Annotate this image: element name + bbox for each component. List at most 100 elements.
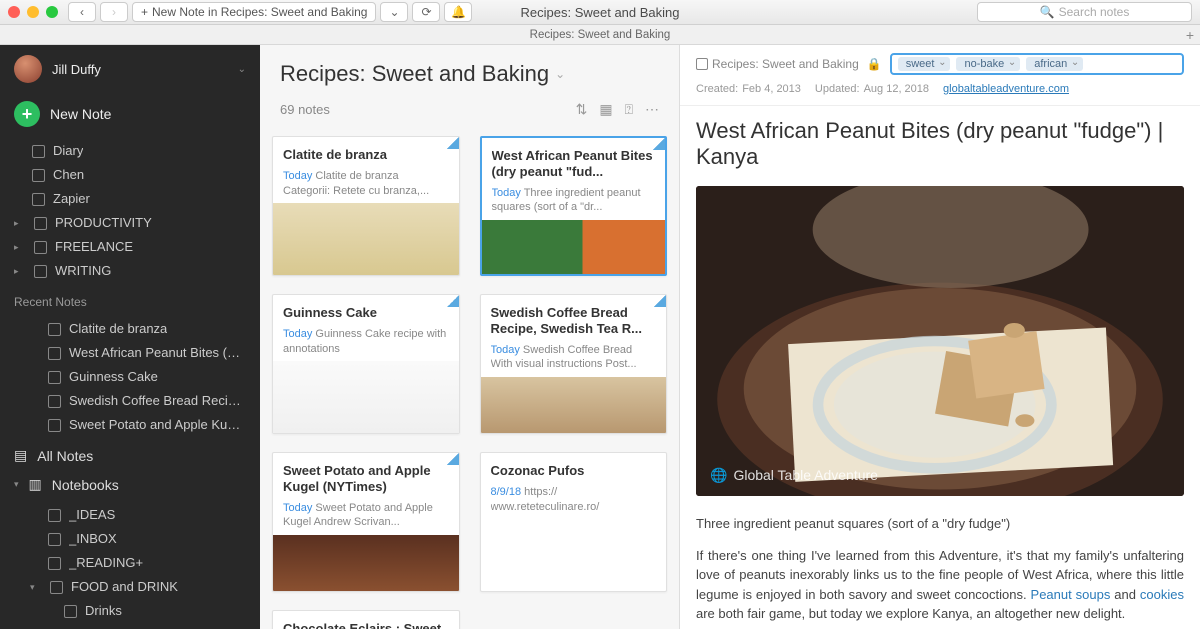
card-title: Clatite de branza bbox=[283, 147, 449, 163]
note-card[interactable]: Chocolate Eclairs : Sweet Dreams : Food bbox=[272, 610, 460, 629]
note-metadata: Created: Feb 4, 2013 Updated: Aug 12, 20… bbox=[680, 79, 1200, 106]
shortcut-zapier[interactable]: Zapier bbox=[0, 187, 260, 211]
window-title: Recipes: Sweet and Baking bbox=[521, 5, 680, 20]
recent-note-item[interactable]: West African Peanut Bites (dry peanut ".… bbox=[0, 341, 260, 365]
corner-badge bbox=[654, 295, 666, 307]
recent-note-item[interactable]: Swedish Coffee Bread Recipe, Swedish... bbox=[0, 389, 260, 413]
watermark: 🌐 Global Table Adventure bbox=[710, 465, 878, 486]
all-notes-button[interactable]: ▤ All Notes bbox=[0, 441, 260, 470]
user-name: Jill Duffy bbox=[52, 62, 101, 77]
recent-note-item[interactable]: Guinness Cake bbox=[0, 365, 260, 389]
new-note-dropdown[interactable]: ⌄ bbox=[380, 2, 408, 22]
new-note-button[interactable]: + New Note in Recipes: Sweet and Baking bbox=[132, 2, 376, 22]
chevron-down-icon: ⌄ bbox=[238, 64, 246, 75]
shortcut-productivity[interactable]: ▸PRODUCTIVITY bbox=[0, 211, 260, 235]
new-note-label: New Note bbox=[50, 106, 111, 122]
note-body[interactable]: 🌐 Global Table Adventure Three ingredien… bbox=[680, 178, 1200, 629]
note-title[interactable]: West African Peanut Bites (dry peanut "f… bbox=[680, 106, 1200, 178]
recent-note-item[interactable]: Clatite de branza bbox=[0, 317, 260, 341]
shortcut-writing[interactable]: ▸WRITING bbox=[0, 259, 260, 283]
card-thumbnail bbox=[273, 203, 459, 275]
lock-icon[interactable]: 🔒 bbox=[867, 57, 882, 71]
search-placeholder: Search notes bbox=[1059, 5, 1130, 19]
note-card[interactable]: Cozonac Pufos 8/9/18 https:// www.retetec… bbox=[480, 452, 668, 592]
chevron-down-icon: ▾ bbox=[30, 578, 40, 596]
source-link[interactable]: globaltableadventure.com bbox=[943, 83, 1069, 95]
link[interactable]: Peanut soups bbox=[1031, 587, 1111, 602]
recent-note-item[interactable]: Sweet Potato and Apple Kugel (NYTimes) bbox=[0, 413, 260, 437]
shortcut-diary[interactable]: Diary bbox=[0, 139, 260, 163]
notebook-ideas[interactable]: _IDEAS bbox=[0, 503, 260, 527]
tab-label[interactable]: Recipes: Sweet and Baking bbox=[530, 29, 671, 41]
minimize-window-button[interactable] bbox=[27, 6, 39, 18]
note-list-header: Recipes: Sweet and Baking ⌄ bbox=[260, 45, 679, 95]
forward-button[interactable]: › bbox=[100, 2, 128, 22]
note-card[interactable]: Clatite de branza Today Clatite de branza… bbox=[272, 136, 460, 276]
shortcut-freelance[interactable]: ▸FREELANCE bbox=[0, 235, 260, 259]
tags-field[interactable]: sweet no-bake african bbox=[890, 53, 1184, 75]
card-snippet: Today Swedish Coffee Bread With visual i… bbox=[491, 343, 657, 371]
note-paragraph: If there's one thing I've learned from t… bbox=[696, 546, 1184, 624]
tag[interactable]: no-bake bbox=[956, 57, 1020, 71]
avatar bbox=[14, 55, 42, 83]
link[interactable]: cookies bbox=[1140, 587, 1184, 602]
note-card[interactable]: Swedish Coffee Bread Recipe, Swedish Tea… bbox=[480, 294, 668, 434]
notes-icon: ▤ bbox=[14, 447, 27, 464]
card-snippet: Today Sweet Potato and Apple Kugel Andre… bbox=[283, 501, 449, 529]
new-tab-button[interactable]: + bbox=[1186, 27, 1194, 43]
card-snippet: 8/9/18 https:// www.reteteculinare.ro/ c… bbox=[491, 485, 657, 513]
notebook-icon bbox=[34, 241, 47, 254]
search-input[interactable]: 🔍 Search notes bbox=[977, 2, 1192, 22]
shortcut-list: Diary Chen Zapier ▸PRODUCTIVITY ▸FREELAN… bbox=[0, 135, 260, 287]
view-button[interactable]: ▦ bbox=[599, 101, 612, 118]
card-title: Cozonac Pufos bbox=[491, 463, 657, 479]
back-button[interactable]: ‹ bbox=[68, 2, 96, 22]
note-icon bbox=[32, 169, 45, 182]
account-menu[interactable]: Jill Duffy ⌄ bbox=[0, 45, 260, 93]
plus-icon: + bbox=[141, 5, 148, 19]
tag[interactable]: african bbox=[1026, 57, 1083, 71]
sort-button[interactable]: ⇅ bbox=[576, 101, 588, 118]
card-snippet: Today Guinness Cake recipe with annotati… bbox=[283, 327, 449, 355]
share-button[interactable]: ⍰ bbox=[625, 101, 633, 118]
corner-badge bbox=[447, 453, 459, 465]
note-icon bbox=[48, 395, 61, 408]
card-thumbnail bbox=[273, 361, 459, 433]
new-note-sidebar-button[interactable]: + New Note bbox=[0, 93, 260, 135]
notebook-icon bbox=[34, 265, 47, 278]
corner-badge bbox=[447, 137, 459, 149]
maximize-window-button[interactable] bbox=[46, 6, 58, 18]
note-card[interactable]: Sweet Potato and Apple Kugel (NYTimes)To… bbox=[272, 452, 460, 592]
corner-badge bbox=[447, 295, 459, 307]
card-thumbnail bbox=[481, 377, 667, 433]
chevron-right-icon: ▸ bbox=[14, 214, 24, 232]
close-window-button[interactable] bbox=[8, 6, 20, 18]
notebook-breadcrumb[interactable]: Recipes: Sweet and Baking bbox=[696, 57, 859, 71]
card-snippet: Today Clatite de branza Categorii: Retet… bbox=[283, 169, 449, 197]
note-detail-panel: Recipes: Sweet and Baking 🔒 sweet no-bak… bbox=[680, 45, 1200, 629]
shortcut-chen[interactable]: Chen bbox=[0, 163, 260, 187]
tag[interactable]: sweet bbox=[898, 57, 951, 71]
window-controls bbox=[8, 6, 58, 18]
sync-button[interactable]: ⟳ bbox=[412, 2, 440, 22]
note-count: 69 notes bbox=[280, 102, 330, 117]
notebook-icon bbox=[34, 217, 47, 230]
card-title: Guinness Cake bbox=[283, 305, 449, 321]
notifications-button[interactable]: 🔔 bbox=[444, 2, 472, 22]
notebook-icon bbox=[48, 509, 61, 522]
notebook-drinks[interactable]: Drinks bbox=[0, 599, 260, 623]
note-icon bbox=[48, 419, 61, 432]
notebook-cocktails[interactable]: Recipes: Cocktails bbox=[0, 623, 260, 629]
chevron-down-icon: ⌄ bbox=[555, 67, 565, 81]
card-title: Chocolate Eclairs : Sweet Dreams : Food bbox=[283, 621, 449, 629]
note-card[interactable]: Guinness Cake Today Guinness Cake recipe … bbox=[272, 294, 460, 434]
notebook-reading[interactable]: _READING+ bbox=[0, 551, 260, 575]
notebook-food[interactable]: ▾FOOD and DRINK bbox=[0, 575, 260, 599]
note-card[interactable]: West African Peanut Bites (dry peanut "f… bbox=[480, 136, 668, 276]
notebooks-button[interactable]: ▾ ▥ Notebooks bbox=[0, 470, 260, 499]
note-icon bbox=[48, 323, 61, 336]
more-button[interactable]: ⋯ bbox=[645, 101, 659, 118]
card-title: Swedish Coffee Bread Recipe, Swedish Tea… bbox=[491, 305, 657, 337]
notebook-inbox[interactable]: _INBOX bbox=[0, 527, 260, 551]
notebook-title[interactable]: Recipes: Sweet and Baking ⌄ bbox=[280, 61, 659, 87]
